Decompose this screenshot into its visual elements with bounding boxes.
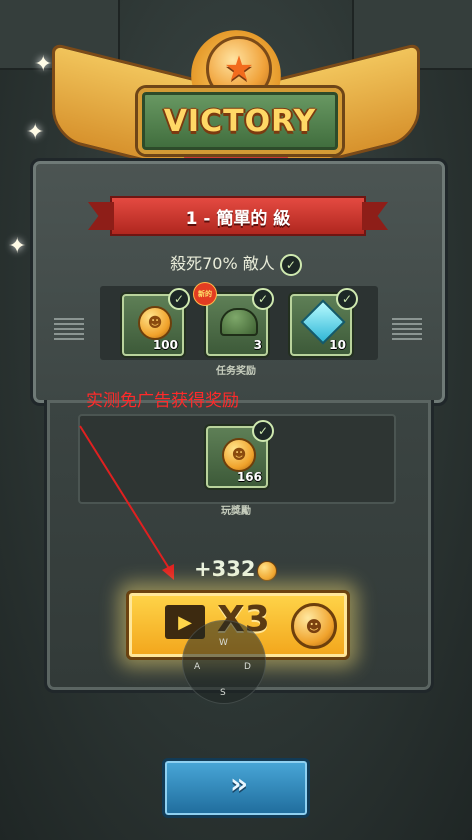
check-icon: ✓ [252, 288, 274, 310]
objective-row: 殺死70% 敵人 ✓ [0, 250, 472, 276]
reward-item-coin: ☻ 100 ✓ [122, 288, 190, 356]
joystick-key-left[interactable]: A [194, 662, 200, 672]
victory-title-plate: VICTORY [138, 88, 342, 154]
joystick-key-right[interactable]: D [244, 662, 251, 672]
reward-item-gem: 10 ✓ [290, 288, 358, 356]
coin-icon: ☻ [291, 603, 337, 649]
level-label: 1 - 簡單的 級 [185, 208, 291, 229]
mission-rewards-caption: 任务奖励 [216, 366, 256, 377]
annotation-arrow-icon [79, 425, 174, 580]
reward-count: 100 [152, 338, 178, 352]
play-rewards-caption: 玩獎勵 [221, 506, 251, 517]
objective-text: 殺死70% 敵人 [170, 254, 275, 273]
check-icon: ✓ [168, 288, 190, 310]
vent-grille [392, 318, 422, 340]
reward-count: 10 [329, 338, 346, 352]
new-badge: 新的 [193, 282, 217, 306]
vent-grille [54, 318, 84, 340]
sparkle-icon: ✦ [26, 120, 45, 145]
next-button[interactable]: » [162, 758, 310, 818]
annotation-text: 实测免广告获得奖励 [86, 391, 239, 411]
coin-icon: ☻ [222, 438, 256, 472]
helmet-icon [220, 308, 258, 336]
joystick-key-down[interactable]: S [220, 688, 226, 698]
check-icon: ✓ [279, 254, 302, 276]
reward-count: 3 [253, 338, 262, 352]
check-icon: ✓ [252, 420, 274, 442]
victory-title: VICTORY [163, 103, 317, 139]
joystick-key-up[interactable]: W [219, 638, 228, 648]
double-chevron-right-icon: » [229, 767, 248, 800]
level-banner: 1 - 簡單的 級 [110, 196, 366, 236]
coin-icon [257, 561, 277, 581]
total-gain: +332 [194, 557, 256, 581]
reward-count: 166 [236, 470, 262, 484]
play-reward-item-coin: ☻ 166 ✓ [206, 420, 274, 488]
reward-item-helmet: 3 ✓ [206, 288, 274, 356]
coin-icon: ☻ [138, 306, 172, 340]
check-icon: ✓ [336, 288, 358, 310]
sparkle-icon: ✦ [34, 52, 53, 77]
